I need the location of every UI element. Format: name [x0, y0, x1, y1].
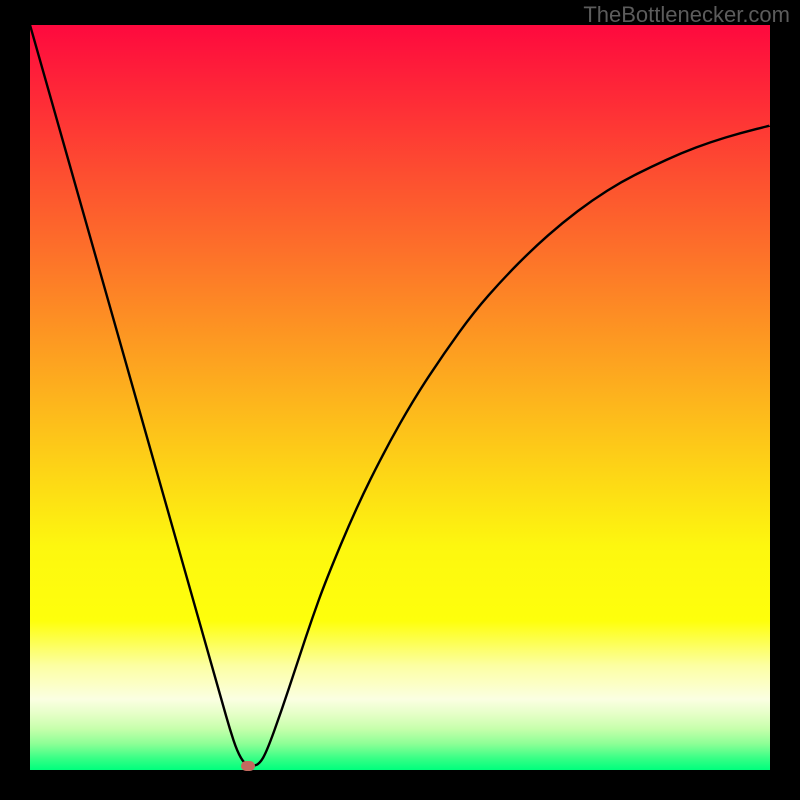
chart-stage: TheBottlenecker.com [0, 0, 800, 800]
bottleneck-curve [30, 25, 770, 766]
plot-area [30, 25, 770, 770]
optimal-point-marker [241, 761, 255, 771]
curve-layer [30, 25, 770, 770]
